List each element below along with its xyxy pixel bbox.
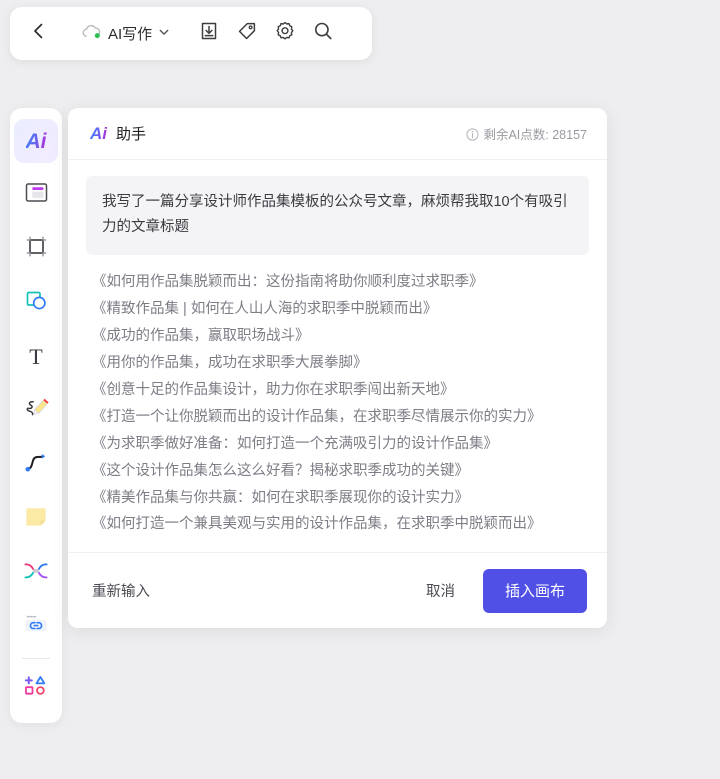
ai-assistant-panel: Ai 助手 剩余AI点数: 28157 我写了一篇分享设计师作品集模板的公众号文…: [68, 108, 607, 629]
sidebar-item-template[interactable]: [14, 173, 58, 217]
ai-icon: Ai: [25, 129, 47, 153]
ai-panel-branding: Ai 助手: [90, 123, 146, 144]
ai-logo: Ai: [90, 124, 107, 143]
search-button[interactable]: [304, 17, 342, 51]
ai-panel-footer: 重新输入 取消 插入画布: [68, 552, 607, 628]
text-icon: T: [29, 344, 43, 369]
sticky-note-icon: [22, 503, 50, 536]
sidebar-item-more-shapes[interactable]: [14, 666, 58, 710]
sidebar-item-sticky-note[interactable]: [14, 497, 58, 541]
cloud-sync-icon: [80, 23, 102, 45]
template-icon: [23, 179, 50, 211]
retry-input-button[interactable]: 重新输入: [92, 580, 150, 601]
sidebar-item-frame[interactable]: [14, 227, 58, 271]
tag-icon: [236, 20, 258, 47]
download-button[interactable]: [190, 17, 228, 51]
settings-button[interactable]: [266, 17, 304, 51]
ai-panel-header: Ai 助手 剩余AI点数: 28157: [68, 108, 607, 160]
sidebar-item-text[interactable]: T: [14, 335, 58, 379]
link-card-icon: [22, 611, 50, 644]
sidebar-item-link[interactable]: [14, 605, 58, 649]
ai-panel-body: 我写了一篇分享设计师作品集模板的公众号文章，麻烦帮我取10个有吸引力的文章标题 …: [68, 160, 607, 552]
ai-result-text: 《如何用作品集脱颖而出：这份指南将助你顺利度过求职季》 《精致作品集 | 如何在…: [92, 273, 542, 533]
sidebar-item-ai-assistant[interactable]: Ai: [14, 119, 58, 163]
sidebar-divider: [22, 658, 50, 659]
back-button[interactable]: [24, 17, 54, 51]
shape-icon: [23, 287, 50, 319]
gear-icon: [274, 20, 296, 47]
frame-icon: [23, 233, 50, 265]
more-shapes-icon: [22, 672, 50, 705]
cancel-button[interactable]: 取消: [426, 580, 455, 601]
prompt-text[interactable]: 我写了一篇分享设计师作品集模板的公众号文章，麻烦帮我取10个有吸引力的文章标题: [86, 176, 589, 255]
tag-button[interactable]: [228, 17, 266, 51]
search-icon: [312, 20, 334, 47]
bezier-curve-icon: [22, 449, 50, 482]
chevron-down-icon: [158, 25, 170, 43]
footer-actions: 取消 插入画布: [426, 568, 587, 613]
download-icon: [198, 20, 220, 47]
ai-credits-badge: 剩余AI点数: 28157: [466, 124, 587, 143]
document-title: AI写作: [108, 26, 153, 43]
ai-panel-title: 助手: [116, 126, 147, 143]
sidebar-item-curve[interactable]: [14, 443, 58, 487]
chevron-left-icon: [29, 21, 49, 46]
sidebar-item-shape[interactable]: [14, 281, 58, 325]
ai-credits-label: 剩余AI点数: 28157: [483, 128, 587, 142]
top-toolbar: AI写作: [10, 7, 372, 60]
info-icon[interactable]: [466, 127, 480, 141]
connector-icon: [22, 557, 50, 590]
sidebar-item-connector[interactable]: [14, 551, 58, 595]
tool-sidebar: Ai T: [10, 108, 62, 723]
insert-canvas-button[interactable]: 插入画布: [482, 568, 587, 613]
pencil-scribble-icon: [22, 395, 50, 428]
sidebar-item-pen[interactable]: [14, 389, 58, 433]
document-title-button[interactable]: AI写作: [76, 23, 174, 45]
